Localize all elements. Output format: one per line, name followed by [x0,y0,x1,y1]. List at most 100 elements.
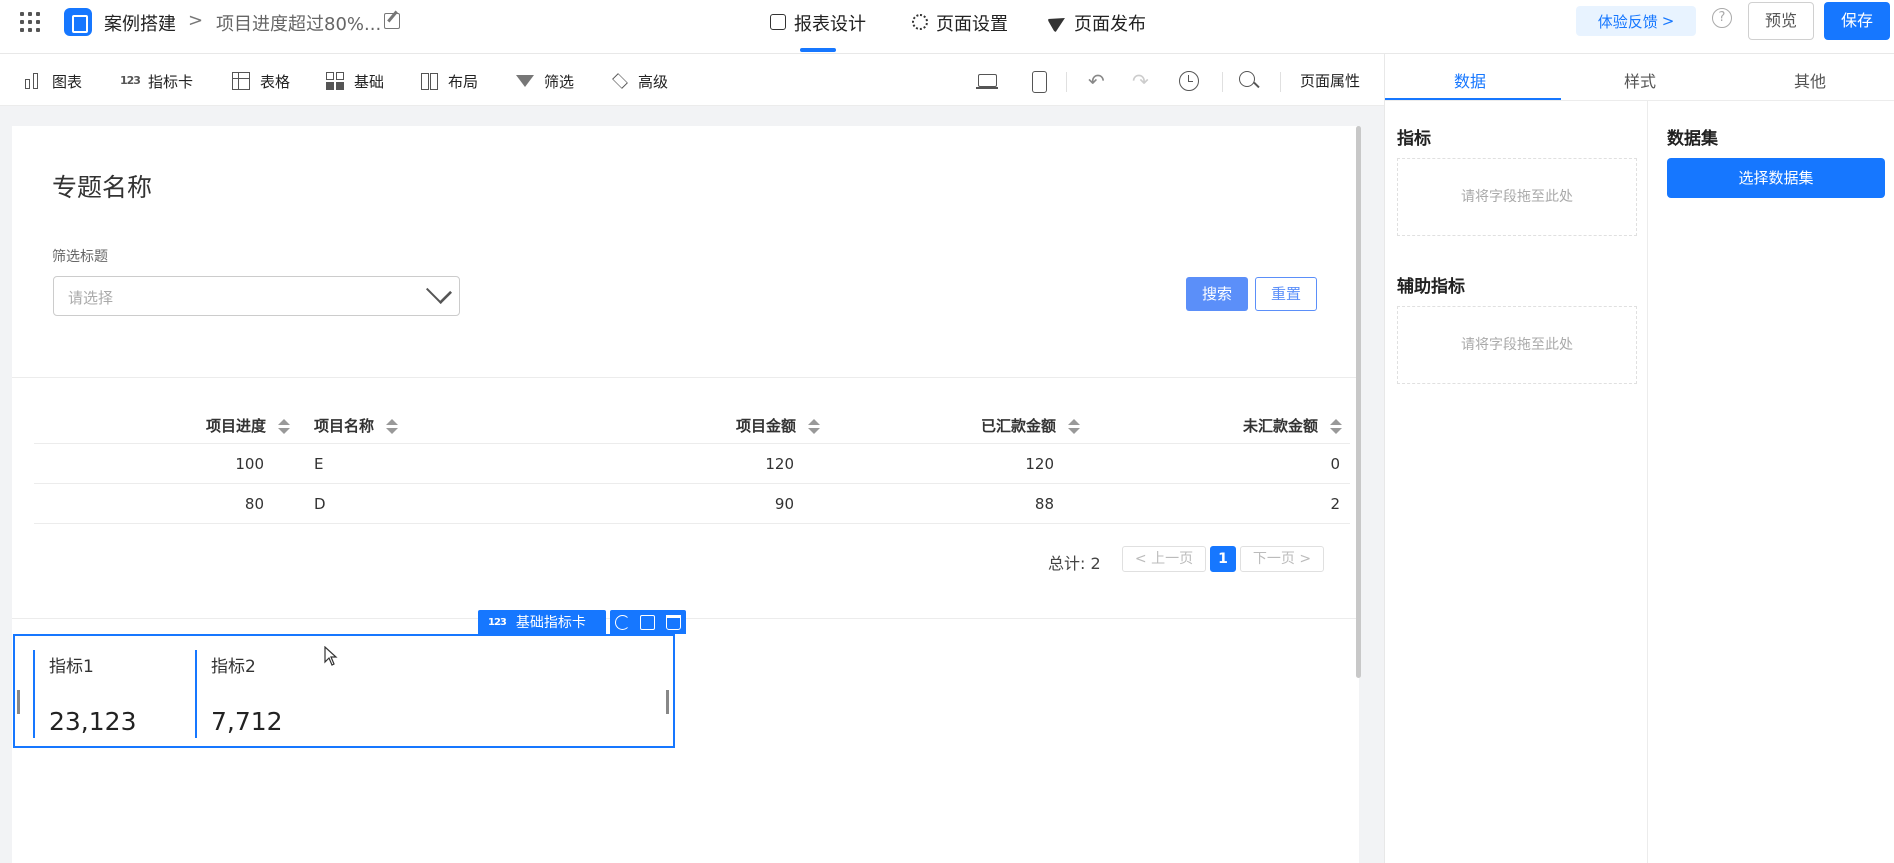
toolbar-divider [1280,72,1281,92]
copy-icon[interactable] [640,614,656,630]
panel-column-divider [1647,101,1648,863]
table-cell: 2 [1330,495,1340,513]
redo-icon: ↷ [1132,69,1149,93]
column-header[interactable]: 项目金额 [736,415,820,436]
column-header[interactable]: 未汇款金额 [1243,415,1342,436]
chevron-right-icon: > [1661,12,1675,30]
table-row: 80 D 90 88 2 [34,484,1350,524]
dataset-section-title: 数据集 [1667,129,1718,149]
metric-item: 指标1 23,123 [33,650,136,738]
layout-icon [420,72,438,90]
tab-report-design[interactable]: 报表设计 [770,10,866,54]
sort-icon [1068,418,1080,435]
breadcrumb-separator: > [188,10,204,31]
page-number-button[interactable]: 1 [1210,546,1236,572]
tab-page-publish[interactable]: 页面发布 [1047,10,1146,54]
toolbar-label: 指标卡 [148,72,194,91]
toolbar-label: 高级 [638,72,669,91]
report-name: 项目进度超过80%... [216,14,382,35]
send-icon [1047,11,1069,33]
metric-value: 23,123 [49,707,137,736]
refresh-icon[interactable] [615,614,631,630]
toolbar-basic[interactable]: 基础 [326,70,384,92]
metric-card-badge[interactable]: 123 基础指标卡 [478,610,606,634]
toolbar-layout[interactable]: 布局 [420,70,478,92]
page-properties-button[interactable]: 页面属性 [1300,70,1360,91]
table-row: 100 E 120 120 0 [34,444,1350,484]
help-icon[interactable]: ? [1712,8,1732,28]
save-button[interactable]: 保存 [1824,2,1890,40]
metric-name: 指标2 [211,657,256,677]
reset-button[interactable]: 重置 [1255,277,1317,311]
mobile-view-icon[interactable] [1028,70,1050,93]
indicator-section-title: 指标 [1397,129,1431,149]
undo-icon[interactable]: ↶ [1088,70,1110,92]
column-header[interactable]: 已汇款金额 [981,415,1080,436]
apps-grid-icon[interactable] [20,12,40,32]
select-placeholder: 请选择 [68,289,114,307]
tab-page-settings[interactable]: 页面设置 [912,10,1008,54]
history-icon[interactable] [1178,70,1200,92]
column-header[interactable]: 项目名称 [314,415,399,436]
card-actions [610,610,686,634]
choose-dataset-button[interactable]: 选择数据集 [1667,158,1885,198]
sort-icon [278,418,290,435]
tab-style[interactable]: 样式 [1555,68,1725,92]
filter-icon [516,75,534,87]
section-divider [12,377,1359,378]
filter-label: 筛选标题 [52,249,108,265]
table-cell: 120 [1025,455,1054,473]
tab-other[interactable]: 其他 [1725,68,1894,92]
app-logo-icon [64,8,92,36]
design-canvas-area: 专题名称 筛选标题 请选择 搜索 重置 项目进度 项目名称 项目金额 已汇款金额… [0,106,1384,863]
toolbar-label: 表格 [260,72,291,91]
preview-button[interactable]: 预览 [1748,2,1814,40]
metric-value: 7,712 [211,707,283,736]
toolbar-divider [1222,72,1223,92]
search-button[interactable]: 搜索 [1186,277,1248,311]
page-title[interactable]: 专题名称 [52,168,152,204]
toolbar-table[interactable]: 表格 [232,70,290,92]
search-icon[interactable] [1238,70,1260,92]
tab-label: 报表设计 [794,14,866,35]
table-cell: E [314,455,324,473]
bar-chart-icon [24,72,42,90]
table-cell: 90 [774,495,794,513]
prev-page-button: < 上一页 [1122,546,1206,572]
table-cell: 80 [244,495,264,513]
toolbar-label: 布局 [448,72,479,91]
metric-item: 指标2 7,712 [195,650,283,738]
toolbar-metric-card[interactable]: 123 指标卡 [120,70,193,92]
basic-components-icon [326,72,344,90]
resize-handle-right[interactable] [666,690,669,714]
table-cell: 88 [1034,495,1054,513]
next-page-button: 下一页 > [1240,546,1324,572]
data-table: 项目进度 项目名称 项目金额 已汇款金额 未汇款金额 100 E 120 120… [34,404,1350,524]
column-header[interactable]: 项目进度 [206,415,290,436]
gear-icon [912,14,928,30]
aux-indicator-drop-zone[interactable]: 请将字段拖至此处 [1397,306,1637,384]
component-toolbar: 图表 123 指标卡 表格 基础 布局 筛选 高级 ↶ ↷ 页面属性 [0,54,1384,106]
resize-handle-left[interactable] [17,690,20,714]
trash-icon[interactable] [665,614,681,630]
properties-panel: 数据 样式 其他 指标 请将字段拖至此处 辅助指标 请将字段拖至此处 数据集 选… [1384,54,1894,863]
desktop-view-icon[interactable] [976,70,998,92]
canvas-scrollbar[interactable] [1356,126,1361,678]
toolbar-advanced[interactable]: 高级 [610,70,668,92]
report-icon [770,14,786,30]
filter-select[interactable]: 请选择 [53,276,460,316]
toolbar-label: 基础 [354,72,385,91]
toolbar-filter[interactable]: 筛选 [516,70,574,92]
table-cell: 120 [765,455,794,473]
app-name[interactable]: 案例搭建 [104,10,176,36]
toolbar-chart[interactable]: 图表 [24,70,82,92]
edit-icon[interactable] [384,13,400,29]
tab-data[interactable]: 数据 [1385,68,1555,92]
mouse-cursor-icon [324,646,338,666]
toolbar-label: 筛选 [544,72,575,91]
badge-label: 基础指标卡 [515,615,586,631]
feedback-button[interactable]: 体验反馈 > [1576,6,1696,36]
metric-card-icon: 123 [488,616,507,628]
metric-card[interactable]: 指标1 23,123 指标2 7,712 [13,634,675,748]
indicator-drop-zone[interactable]: 请将字段拖至此处 [1397,158,1637,236]
